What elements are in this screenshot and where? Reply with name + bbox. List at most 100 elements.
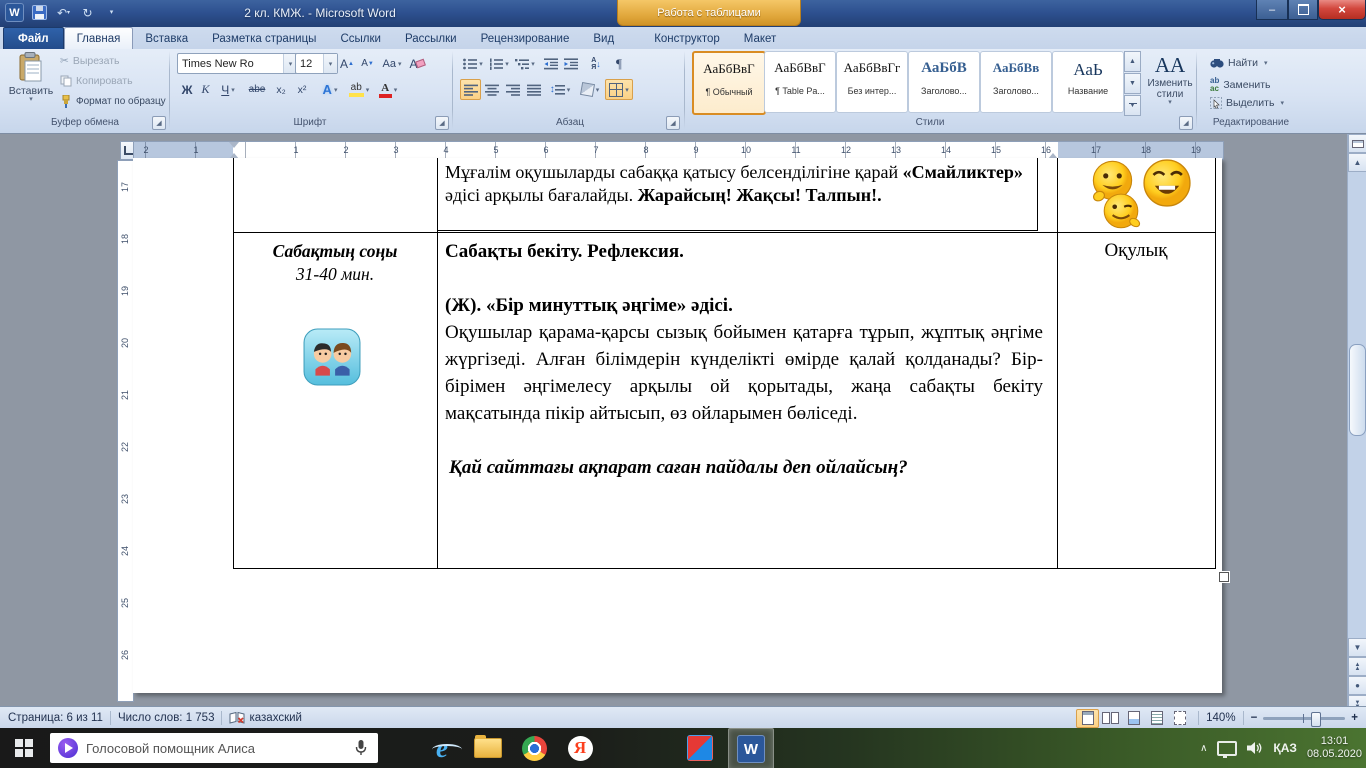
tab-home[interactable]: Главная xyxy=(64,27,134,49)
style-item-heading1[interactable]: АаБбВ Заголово... xyxy=(908,51,980,113)
italic-button[interactable]: К xyxy=(196,79,215,100)
previous-page-icon[interactable]: ▲▲ xyxy=(1348,657,1366,676)
word-count[interactable]: Число слов: 1 753 xyxy=(118,712,215,724)
tab-table-design[interactable]: Конструктор xyxy=(642,28,732,49)
language-switcher[interactable]: ҚАЗ xyxy=(1273,741,1297,755)
styles-gallery-expand-icon[interactable]: ▼ xyxy=(1124,95,1141,116)
style-item-no-spacing[interactable]: АаБбВвГг Без интер... xyxy=(836,51,908,113)
outline-view-icon[interactable] xyxy=(1145,709,1168,728)
save-icon[interactable] xyxy=(31,4,48,21)
display-tray-icon[interactable] xyxy=(1217,741,1237,756)
subscript-button[interactable]: х₂ xyxy=(270,79,292,100)
shading-button[interactable]: ▾ xyxy=(576,79,604,100)
increase-indent-button[interactable] xyxy=(560,53,581,74)
maximize-button[interactable] xyxy=(1288,0,1318,20)
tab-mailings[interactable]: Рассылки xyxy=(393,28,469,49)
find-button[interactable]: Найти▾ xyxy=(1206,55,1271,71)
style-item-table-paragraph[interactable]: АаБбВвГ ¶ Table Pa... xyxy=(764,51,836,113)
alice-search-box[interactable]: Голосовой помощник Алиса xyxy=(50,733,378,763)
web-layout-view-icon[interactable] xyxy=(1122,709,1145,728)
bullets-button[interactable]: ▾ xyxy=(460,53,486,74)
lesson-stage-cell[interactable]: Сабақтың соңы 31-40 мин. xyxy=(234,240,436,286)
numbering-button[interactable]: ▾ xyxy=(486,53,512,74)
page-indicator[interactable]: Страница: 6 из 11 xyxy=(8,712,103,724)
underline-button[interactable]: Ч▾ xyxy=(214,79,242,100)
change-styles-button[interactable]: АА Изменить стили ▾ xyxy=(1142,51,1198,106)
tab-page-layout[interactable]: Разметка страницы xyxy=(200,28,328,49)
zoom-slider-thumb[interactable] xyxy=(1311,712,1321,727)
tab-insert[interactable]: Вставка xyxy=(133,28,200,49)
undo-icon[interactable]: ↶▾ xyxy=(55,4,72,21)
show-paragraph-marks-button[interactable]: ¶ xyxy=(609,53,629,74)
taskbar-yandex-browser[interactable]: Я xyxy=(558,728,602,768)
assessment-text-cell[interactable]: Мұғалім оқушыларды сабаққа қатысу белсен… xyxy=(445,161,1031,207)
paste-button[interactable]: Вставить ▾ xyxy=(6,51,56,103)
sort-button[interactable]: АЯ ↓ xyxy=(583,53,609,74)
align-center-button[interactable] xyxy=(481,79,502,100)
styles-scroll-down-icon[interactable]: ▼ xyxy=(1124,73,1141,94)
style-item-normal[interactable]: АаБбВвГ ¶ Обычный xyxy=(692,51,766,115)
style-item-title[interactable]: АаЬ Название xyxy=(1052,51,1124,113)
format-painter-button[interactable]: Формат по образцу xyxy=(56,93,170,110)
justify-button[interactable] xyxy=(523,79,544,100)
change-case-button[interactable]: Аа▾ xyxy=(378,53,406,74)
multilevel-list-button[interactable]: ▾ xyxy=(512,53,538,74)
tab-file[interactable]: Файл xyxy=(3,27,64,49)
styles-scroll-up-icon[interactable]: ▲ xyxy=(1124,51,1141,72)
tab-references[interactable]: Ссылки xyxy=(328,28,393,49)
fullscreen-reading-view-icon[interactable] xyxy=(1099,709,1122,728)
tray-clock[interactable]: 13:01 08.05.2020 xyxy=(1307,735,1362,761)
spellcheck-icon[interactable] xyxy=(229,711,245,725)
font-color-button[interactable]: А▾ xyxy=(374,79,402,100)
first-line-indent-marker[interactable] xyxy=(229,142,239,148)
taskbar-word-active[interactable]: W xyxy=(728,728,774,768)
tab-table-layout[interactable]: Макет xyxy=(732,28,789,49)
clear-formatting-button[interactable]: А xyxy=(406,53,428,74)
line-spacing-button[interactable]: ↕ ▾ xyxy=(546,79,574,100)
zoom-level[interactable]: 140% xyxy=(1206,712,1235,724)
taskbar-internet-explorer[interactable]: e xyxy=(420,728,464,768)
scroll-up-icon[interactable]: ▲ xyxy=(1348,153,1366,172)
zoom-slider[interactable] xyxy=(1263,717,1345,720)
highlight-color-button[interactable]: ab▾ xyxy=(344,79,374,100)
style-item-heading2[interactable]: АаБбВв Заголово... xyxy=(980,51,1052,113)
replace-button[interactable]: abac Заменить xyxy=(1206,75,1275,95)
taskbar-chrome[interactable] xyxy=(512,728,556,768)
font-family-combo[interactable]: Times New Ro▾ xyxy=(177,53,298,74)
scrollbar-thumb[interactable] xyxy=(1349,344,1366,436)
font-size-combo[interactable]: 12▾ xyxy=(295,53,338,74)
shrink-font-button[interactable]: А▼ xyxy=(357,53,378,74)
clipboard-dialog-launcher[interactable]: ◢ xyxy=(152,116,166,130)
align-left-button[interactable] xyxy=(460,79,481,100)
text-effects-button[interactable]: А▾ xyxy=(316,79,344,100)
word-app-icon[interactable]: W xyxy=(5,3,24,22)
table-resize-handle[interactable] xyxy=(1219,572,1229,582)
select-browse-object-icon[interactable]: ● xyxy=(1348,676,1366,695)
ruler-toggle-icon[interactable] xyxy=(1348,134,1366,153)
decrease-indent-button[interactable] xyxy=(540,53,561,74)
font-dialog-launcher[interactable]: ◢ xyxy=(435,116,449,130)
resources-cell[interactable]: Оқулық xyxy=(1058,240,1214,262)
bold-button[interactable]: Ж xyxy=(177,79,197,100)
paragraph-dialog-launcher[interactable]: ◢ xyxy=(666,116,680,130)
select-button[interactable]: Выделить▾ xyxy=(1206,95,1288,111)
tab-view[interactable]: Вид xyxy=(581,28,626,49)
lesson-content-cell[interactable]: Сабақты бекіту. Рефлексия. (Ж). «Бір мин… xyxy=(445,238,1043,481)
copy-button[interactable]: Копировать xyxy=(56,73,137,89)
taskbar-file-explorer[interactable] xyxy=(466,728,510,768)
document-page[interactable]: Мұғалім оқушыларды сабаққа қатысу белсен… xyxy=(133,158,1222,693)
minimize-button[interactable]: – xyxy=(1256,0,1288,20)
superscript-button[interactable]: х² xyxy=(291,79,313,100)
scroll-down-icon[interactable]: ▼ xyxy=(1348,638,1366,657)
print-layout-view-icon[interactable] xyxy=(1076,709,1099,728)
cut-button[interactable]: ✂ Вырезать xyxy=(56,53,124,69)
taskbar-app[interactable] xyxy=(678,728,722,768)
styles-dialog-launcher[interactable]: ◢ xyxy=(1179,116,1193,130)
qat-customize-icon[interactable]: ▾ xyxy=(103,4,120,21)
zoom-out-icon[interactable]: − xyxy=(1251,712,1258,724)
microphone-icon[interactable] xyxy=(354,739,368,757)
language-indicator[interactable]: казахский xyxy=(249,712,301,724)
hidden-icons-chevron[interactable]: ∧ xyxy=(1200,743,1207,754)
vertical-ruler[interactable]: 17181920212223242526 xyxy=(117,160,134,702)
grow-font-button[interactable]: А▲ xyxy=(336,53,358,74)
